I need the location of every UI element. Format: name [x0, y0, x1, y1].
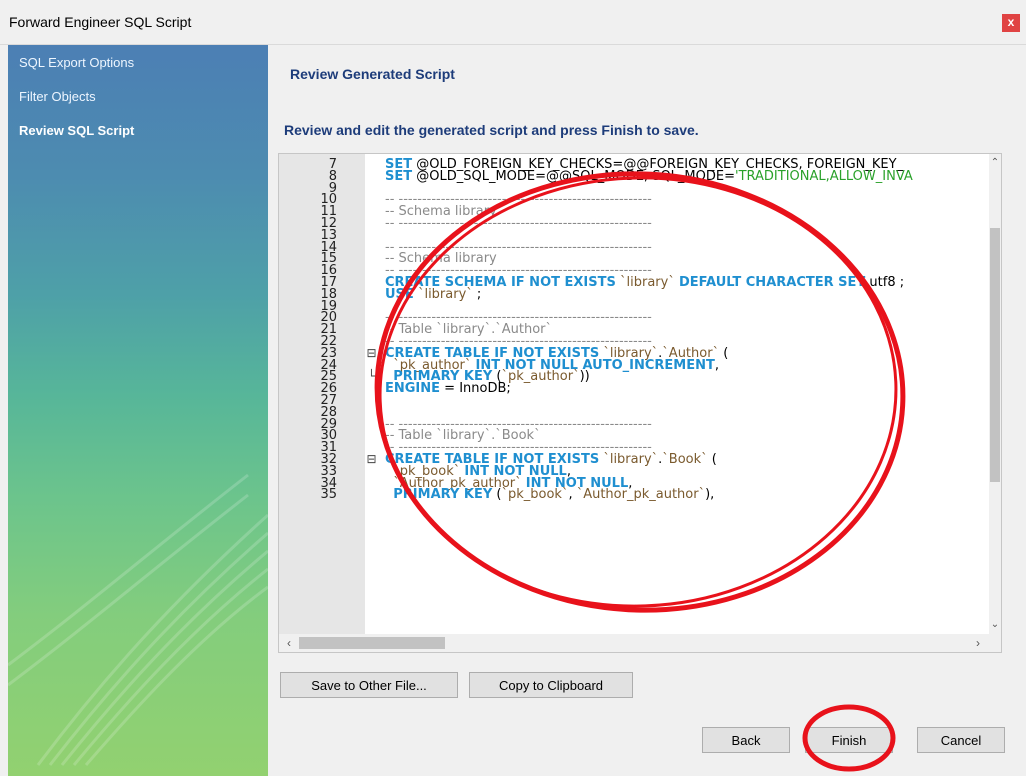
close-button[interactable]: x [1002, 14, 1020, 32]
code-line[interactable]: 35 PRIMARY KEY (`pk_book`, `Author_pk_au… [279, 487, 989, 503]
wizard-sidebar: SQL Export Options Filter Objects Review… [8, 45, 268, 776]
code-text: -- -------------------------------------… [385, 216, 652, 231]
sidebar-item-sql-export-options[interactable]: SQL Export Options [19, 55, 134, 70]
title-bar: Forward Engineer SQL Script x [0, 0, 1026, 45]
fold-marker-icon[interactable]: └ [365, 370, 378, 382]
code-text: PRIMARY KEY (`pk_book`, `Author_pk_autho… [393, 487, 715, 503]
code-line[interactable]: 8 SET @OLD_SQL_MODE=@@SQL_MODE, SQL_MODE=… [279, 168, 989, 184]
sidebar-decoration [8, 473, 268, 766]
fold-marker-icon[interactable]: ⊟ [365, 347, 378, 359]
window-title: Forward Engineer SQL Script [9, 14, 192, 30]
scroll-up-icon[interactable]: ⌃ [989, 156, 1001, 170]
page-title: Review Generated Script [290, 66, 455, 82]
code-line[interactable]: 18 USE `library` ; [279, 286, 989, 302]
finish-button[interactable]: Finish [805, 727, 893, 753]
back-button[interactable]: Back [702, 727, 790, 753]
horizontal-scroll-thumb[interactable] [299, 637, 445, 649]
save-to-other-file-button[interactable]: Save to Other File... [280, 672, 458, 698]
code-text: SET @OLD_SQL_MODE=@@SQL_MODE, SQL_MODE='… [385, 168, 913, 184]
code-line[interactable]: 12 -- -----------------------------------… [279, 216, 989, 231]
copy-to-clipboard-button[interactable]: Copy to Clipboard [469, 672, 633, 698]
fold-marker-icon[interactable]: ⊟ [365, 453, 378, 465]
page-instructions: Review and edit the generated script and… [284, 122, 699, 138]
code-text: USE `library` ; [385, 286, 482, 302]
vertical-scrollbar[interactable]: ⌃ ⌄ [989, 154, 1001, 634]
code-line[interactable]: 26 ENGINE = InnoDB; [279, 381, 989, 397]
sql-script-editor[interactable]: 7 SET @OLD_FOREIGN_KEY_CHECKS=@@FOREIGN_K… [278, 153, 1002, 653]
vertical-scroll-thumb[interactable] [990, 228, 1000, 482]
scroll-down-icon[interactable]: ⌄ [989, 618, 1001, 632]
scroll-left-icon[interactable]: ‹ [282, 636, 296, 650]
code-line[interactable]: 27 [279, 394, 989, 407]
cancel-button[interactable]: Cancel [917, 727, 1005, 753]
code-area[interactable]: 7 SET @OLD_FOREIGN_KEY_CHECKS=@@FOREIGN_K… [279, 154, 989, 634]
horizontal-scrollbar[interactable]: ‹ › [279, 634, 1001, 652]
sidebar-item-filter-objects[interactable]: Filter Objects [19, 89, 96, 104]
scroll-right-icon[interactable]: › [971, 636, 985, 650]
content-area: Review Generated Script Review and edit … [268, 45, 1026, 776]
code-text: ENGINE = InnoDB; [385, 381, 511, 397]
sidebar-item-review-sql-script[interactable]: Review SQL Script [19, 123, 134, 138]
line-number: 35 [320, 487, 337, 503]
